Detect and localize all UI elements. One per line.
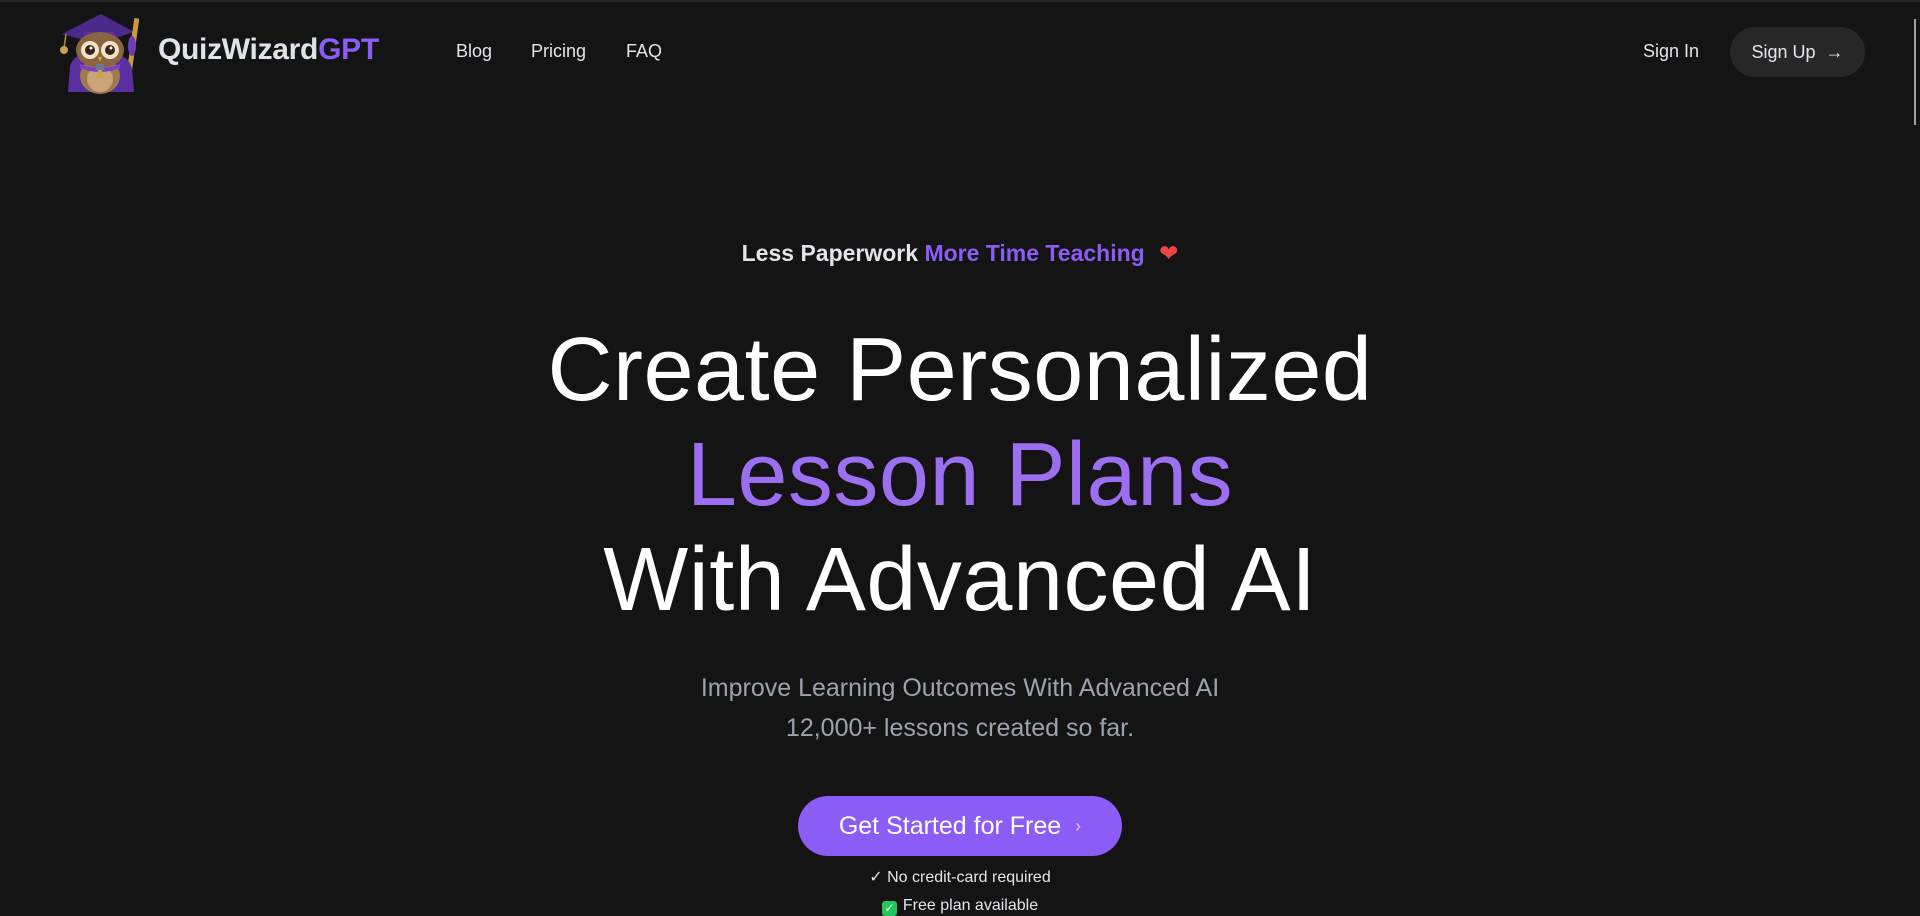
sign-in-link[interactable]: Sign In — [1643, 41, 1699, 62]
green-check-icon: ✓ — [881, 901, 897, 916]
arrow-right-icon: → — [1825, 41, 1844, 62]
scrollbar[interactable] — [1914, 19, 1916, 125]
headline-line-3: With Advanced AI — [603, 530, 1317, 630]
chevron-right-icon: › — [1075, 815, 1082, 836]
get-started-button[interactable]: Get Started for Free › — [798, 796, 1122, 856]
hero-subtitle-line-2: 12,000+ lessons created so far. — [785, 714, 1135, 742]
sign-up-label: Sign Up — [1751, 41, 1816, 62]
owl-wizard-logo[interactable] — [54, 4, 148, 100]
eyebrow-accent: More Time Teaching — [924, 240, 1145, 266]
get-started-label: Get Started for Free — [838, 811, 1062, 840]
nav-link-pricing[interactable]: Pricing — [531, 41, 586, 62]
headline-line-1: Create Personalized — [547, 320, 1373, 420]
hero-eyebrow: Less Paperwork More Time Teaching ❤ — [0, 240, 1920, 267]
eyebrow-main: Less Paperwork — [741, 240, 919, 266]
brand-name-accent: GPT — [318, 33, 379, 66]
no-credit-card-note: ✓ No credit-card required — [869, 869, 1051, 886]
top-nav: QuizWizardGPT Blog Pricing FAQ Sign In S… — [0, 0, 1920, 105]
brand-name[interactable]: QuizWizardGPT — [158, 33, 379, 67]
headline-line-2: Lesson Plans — [686, 425, 1234, 525]
sign-up-button[interactable]: Sign Up → — [1730, 27, 1865, 77]
nav-link-faq[interactable]: FAQ — [626, 41, 662, 62]
free-plan-label: Free plan available — [902, 897, 1039, 914]
heart-icon: ❤ — [1159, 240, 1179, 266]
free-plan-note: ✓ Free plan available — [0, 897, 1920, 916]
hero-subtitle-line-1: Improve Learning Outcomes With Advanced … — [700, 674, 1220, 702]
brand-name-main: QuizWizard — [158, 33, 319, 66]
nav-link-blog[interactable]: Blog — [456, 41, 492, 62]
